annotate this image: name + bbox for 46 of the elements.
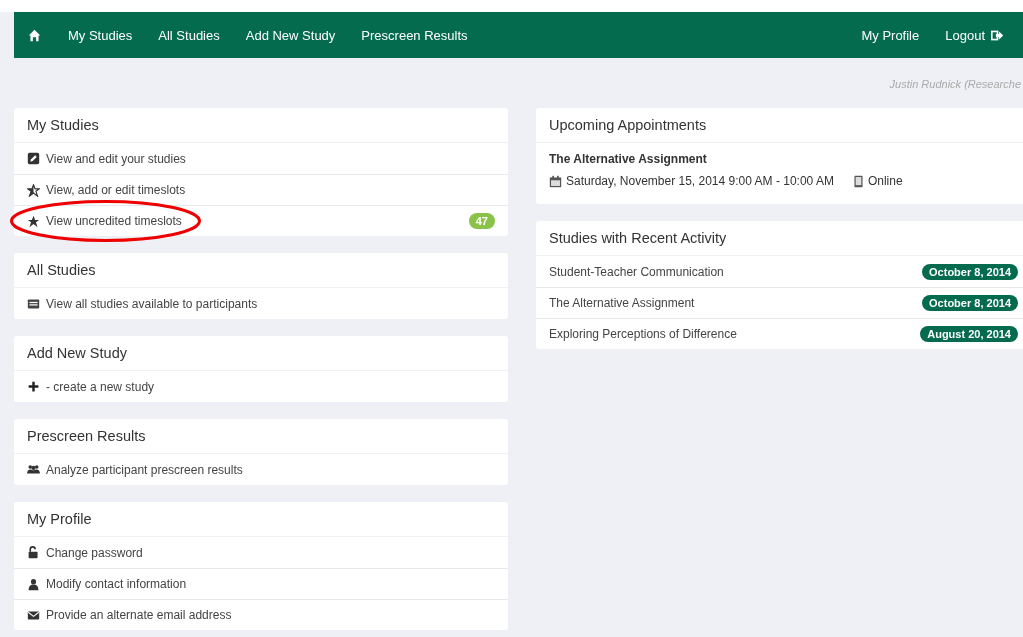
panel-link[interactable]: - create a new study (14, 371, 508, 402)
panel-title: All Studies (14, 253, 508, 288)
star-icon (27, 183, 40, 197)
panel-title: My Profile (14, 502, 508, 537)
panel-link[interactable]: Change password (14, 537, 508, 568)
appointment-time: Saturday, November 15, 2014 9:00 AM - 10:00 AM (566, 174, 834, 188)
activity-row[interactable]: The Alternative Assignment October 8, 2014 (536, 287, 1023, 318)
activity-row[interactable]: Student-Teacher Communication October 8, 2014 (536, 256, 1023, 287)
unlock-icon (27, 546, 40, 559)
nav-link[interactable]: Add New Study (232, 12, 349, 58)
panel-link[interactable]: View and edit your studies (14, 143, 508, 174)
panel-title: My Studies (14, 108, 508, 143)
logout-icon (991, 28, 1004, 42)
nav-link[interactable]: All Studies (145, 12, 233, 58)
panel-link[interactable]: Analyze participant prescreen results (14, 454, 508, 485)
panel-title: Add New Study (14, 336, 508, 371)
panel-title: Upcoming Appointments (536, 108, 1023, 143)
date-badge: October 8, 2014 (922, 295, 1018, 311)
plus-icon (27, 380, 40, 393)
nav-link[interactable]: My Studies (55, 12, 146, 58)
appointment-location: Online (867, 174, 903, 188)
edit-icon (27, 152, 40, 165)
date-badge: October 8, 2014 (922, 263, 1018, 280)
panel-link[interactable]: View, add or edit timeslots (14, 174, 508, 205)
panel-title: Studies with Recent Activity (536, 221, 1023, 256)
calendar-icon (549, 174, 562, 188)
users-icon (27, 463, 40, 476)
panel-link[interactable]: View uncredited timeslots 47 (14, 205, 508, 236)
list-icon (27, 297, 40, 310)
panel-link[interactable]: Provide an alternate email address (14, 599, 508, 630)
envelope-icon (27, 608, 40, 622)
tablet-icon (851, 174, 865, 188)
home-icon (28, 28, 41, 42)
count-badge: 47 (468, 213, 495, 229)
panel-link[interactable]: View all studies available to participants (14, 288, 508, 319)
user-name: Justin Rudnick (Researche (889, 78, 1021, 88)
star-icon (27, 214, 40, 228)
user-icon (27, 577, 40, 591)
nav-link[interactable]: My Profile (848, 12, 933, 58)
panel-title: Prescreen Results (14, 419, 508, 454)
panel-link[interactable]: Modify contact information (14, 568, 508, 599)
nav-link[interactable]: Prescreen Results (348, 12, 481, 58)
appointment-title: The Alternative Assignment (549, 152, 708, 166)
logout-link[interactable]: Logout (932, 12, 1017, 58)
date-badge: August 20, 2014 (920, 326, 1018, 342)
activity-row[interactable]: Exploring Perceptions of Difference August 20, 2014 (536, 318, 1023, 349)
